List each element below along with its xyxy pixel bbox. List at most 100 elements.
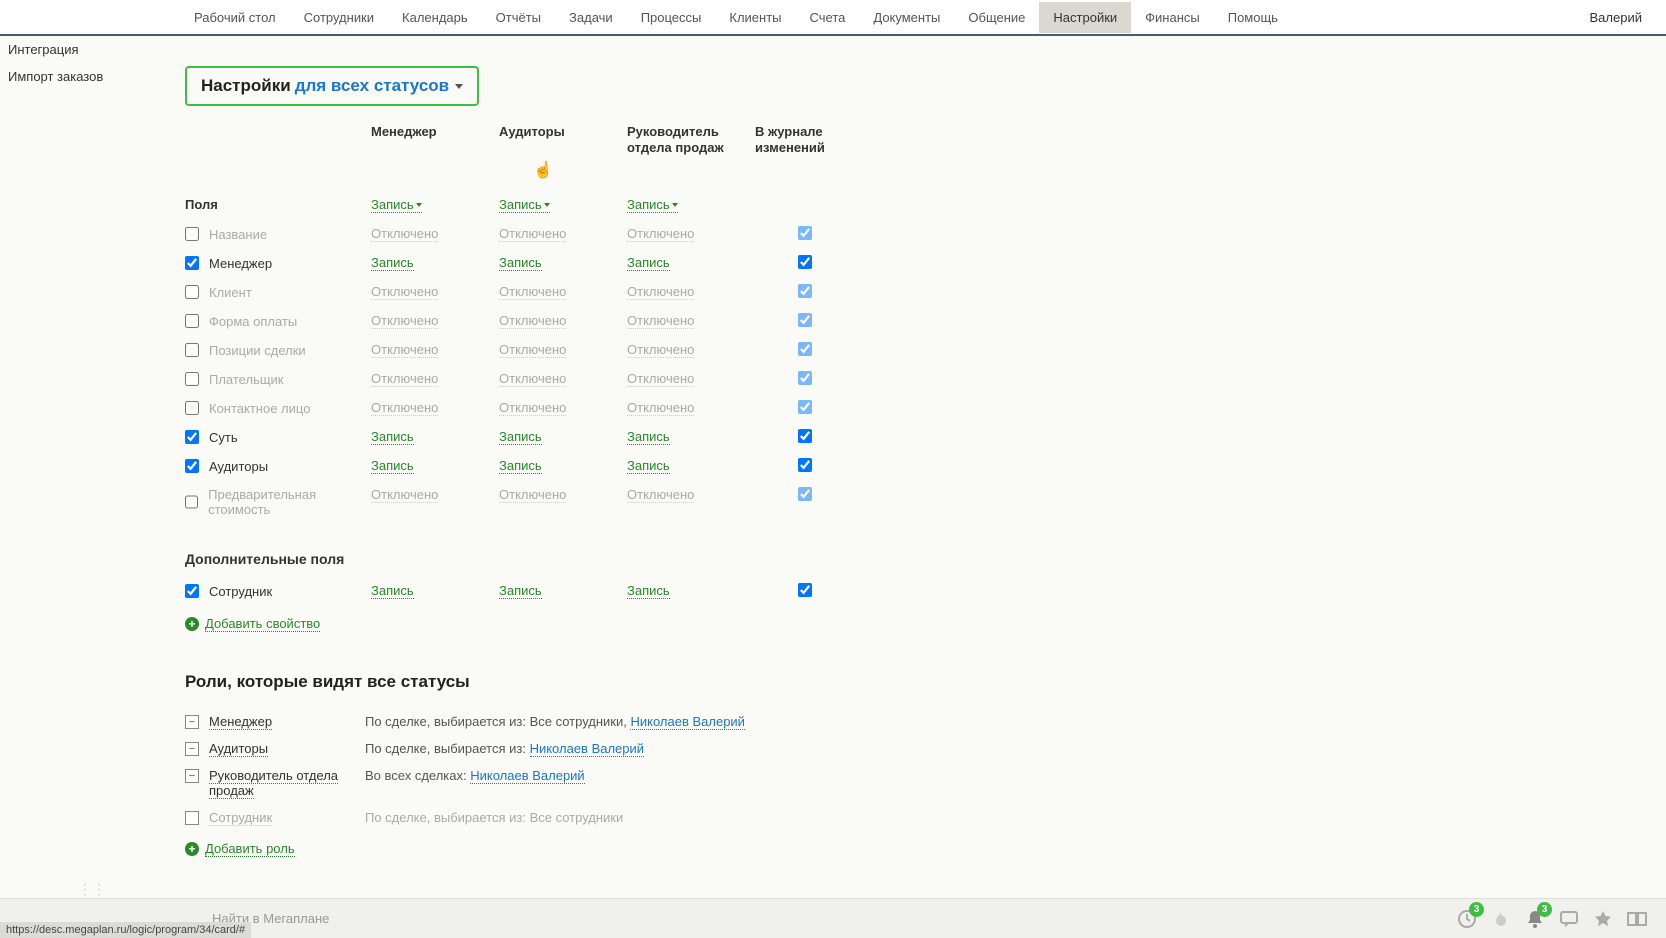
permission-value[interactable]: Запись <box>371 583 414 599</box>
field-checkbox[interactable] <box>185 227 199 241</box>
book-icon[interactable] <box>1620 902 1654 936</box>
column-head-sales-head: Руководитель отдела продаж <box>627 124 755 167</box>
permission-value[interactable]: Отключено <box>371 400 438 416</box>
permission-value[interactable]: Отключено <box>627 284 694 300</box>
role-toggle[interactable] <box>185 811 199 825</box>
role-toggle[interactable]: − <box>185 742 199 756</box>
permission-value[interactable]: Запись <box>371 458 414 474</box>
journal-checkbox[interactable] <box>798 371 812 385</box>
permission-value[interactable]: Запись <box>499 429 542 445</box>
permission-dropdown[interactable]: Запись <box>627 197 678 213</box>
journal-checkbox[interactable] <box>798 400 812 414</box>
field-checkbox[interactable] <box>185 372 199 386</box>
permission-value[interactable]: Отключено <box>371 226 438 242</box>
permission-value[interactable]: Отключено <box>627 313 694 329</box>
field-checkbox[interactable] <box>185 314 199 328</box>
notifications-icon[interactable]: 3 <box>1518 902 1552 936</box>
journal-cell <box>755 423 855 452</box>
role-toggle[interactable]: − <box>185 769 199 783</box>
journal-checkbox[interactable] <box>798 429 812 443</box>
sidebar-item[interactable]: Интеграция <box>0 36 175 63</box>
nav-item[interactable]: Помощь <box>1214 2 1292 33</box>
nav-item[interactable]: Рабочий стол <box>180 2 290 33</box>
permission-value[interactable]: Отключено <box>627 487 694 503</box>
permission-value[interactable]: Запись <box>627 583 670 599</box>
user-link[interactable]: Николаев Валерий <box>530 741 644 757</box>
permission-value[interactable]: Отключено <box>371 284 438 300</box>
fire-icon[interactable] <box>1484 902 1518 936</box>
permission-value[interactable]: Отключено <box>499 284 566 300</box>
permission-dropdown[interactable]: Запись <box>371 197 422 213</box>
journal-checkbox[interactable] <box>798 313 812 327</box>
chat-icon[interactable] <box>1552 902 1586 936</box>
field-checkbox[interactable] <box>185 256 199 270</box>
nav-item[interactable]: Календарь <box>388 2 482 33</box>
permission-value[interactable]: Отключено <box>499 313 566 329</box>
field-row: Аудиторы <box>185 452 371 481</box>
user-link[interactable]: Николаев Валерий <box>470 768 584 784</box>
permission-value[interactable]: Отключено <box>627 226 694 242</box>
nav-item[interactable]: Документы <box>859 2 954 33</box>
journal-checkbox[interactable] <box>798 458 812 472</box>
permission-value[interactable]: Отключено <box>627 342 694 358</box>
permission-value[interactable]: Отключено <box>371 487 438 503</box>
nav-item[interactable]: Финансы <box>1131 2 1214 33</box>
permission-value[interactable]: Отключено <box>627 400 694 416</box>
journal-checkbox[interactable] <box>798 342 812 356</box>
permission-value[interactable]: Запись <box>627 429 670 445</box>
permission-cell: Отключено <box>371 394 499 423</box>
field-checkbox[interactable] <box>185 584 199 598</box>
role-name-link[interactable]: Аудиторы <box>209 741 268 757</box>
journal-checkbox[interactable] <box>798 226 812 240</box>
current-user[interactable]: Валерий <box>1576 2 1656 33</box>
nav-item[interactable]: Общение <box>954 2 1039 33</box>
favorites-icon[interactable] <box>1586 902 1620 936</box>
user-link[interactable]: Николаев Валерий <box>630 714 744 730</box>
permission-value[interactable]: Запись <box>499 255 542 271</box>
permission-value[interactable]: Отключено <box>371 342 438 358</box>
permission-value[interactable]: Запись <box>371 429 414 445</box>
permission-value[interactable]: Отключено <box>371 313 438 329</box>
permission-value[interactable]: Запись <box>499 458 542 474</box>
add-property-button[interactable]: + Добавить свойство <box>185 616 320 632</box>
field-checkbox[interactable] <box>185 459 199 473</box>
reminders-icon[interactable]: 3 <box>1450 902 1484 936</box>
role-toggle[interactable]: − <box>185 715 199 729</box>
drag-handle-icon[interactable]: ⋮⋮ <box>78 881 106 898</box>
add-role-button[interactable]: + Добавить роль <box>185 841 295 857</box>
permission-dropdown[interactable]: Запись <box>499 197 550 213</box>
permission-value[interactable]: Отключено <box>499 226 566 242</box>
permission-value[interactable]: Запись <box>499 583 542 599</box>
nav-item[interactable]: Сотрудники <box>290 2 388 33</box>
permission-value[interactable]: Отключено <box>371 371 438 387</box>
permission-value[interactable]: Отключено <box>499 400 566 416</box>
field-checkbox[interactable] <box>185 430 199 444</box>
field-checkbox[interactable] <box>185 495 198 509</box>
permission-value[interactable]: Запись <box>371 255 414 271</box>
journal-checkbox[interactable] <box>798 583 812 597</box>
sidebar-item[interactable]: Импорт заказов <box>0 63 175 90</box>
nav-item[interactable]: Процессы <box>627 2 716 33</box>
role-name-link[interactable]: Сотрудник <box>209 810 272 826</box>
role-name-link[interactable]: Менеджер <box>209 714 272 730</box>
nav-item[interactable]: Счета <box>796 2 860 33</box>
role-name-link[interactable]: Руководитель отдела продаж <box>209 768 338 799</box>
permission-value[interactable]: Отключено <box>627 371 694 387</box>
journal-checkbox[interactable] <box>798 487 812 501</box>
nav-item[interactable]: Задачи <box>555 2 627 33</box>
settings-scope-dropdown[interactable]: Настройки для всех статусов ☝ <box>185 66 479 106</box>
journal-checkbox[interactable] <box>798 284 812 298</box>
permission-value[interactable]: Отключено <box>499 342 566 358</box>
permission-value[interactable]: Запись <box>627 458 670 474</box>
journal-cell <box>755 481 855 523</box>
permission-value[interactable]: Отключено <box>499 487 566 503</box>
journal-checkbox[interactable] <box>798 255 812 269</box>
field-checkbox[interactable] <box>185 401 199 415</box>
nav-item[interactable]: Отчёты <box>482 2 555 33</box>
field-checkbox[interactable] <box>185 343 199 357</box>
field-checkbox[interactable] <box>185 285 199 299</box>
permission-value[interactable]: Запись <box>627 255 670 271</box>
nav-item[interactable]: Настройки <box>1039 2 1131 33</box>
nav-item[interactable]: Клиенты <box>715 2 795 33</box>
permission-value[interactable]: Отключено <box>499 371 566 387</box>
